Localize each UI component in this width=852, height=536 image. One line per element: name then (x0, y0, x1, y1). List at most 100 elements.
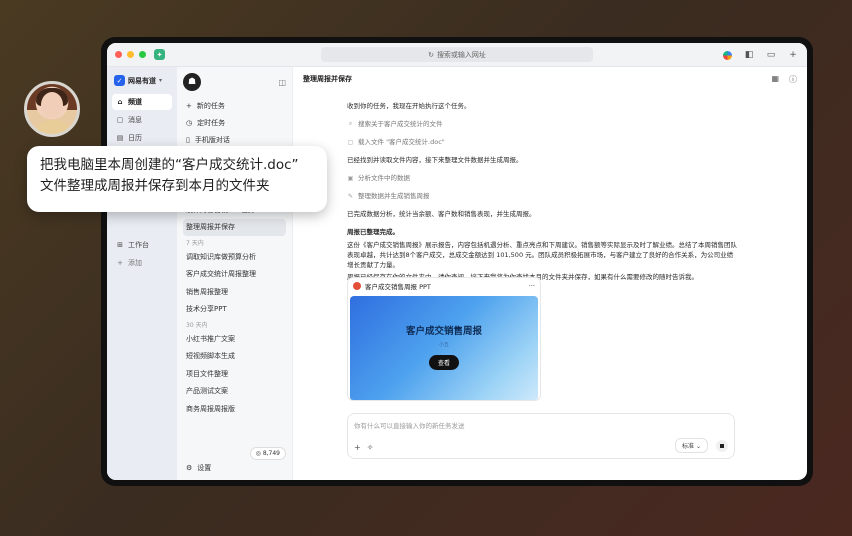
ppt-icon (353, 282, 361, 290)
browser-logo-icon[interactable] (721, 50, 733, 60)
composer-tools: + ✧ (354, 443, 373, 452)
primary-nav: ✓ 网易有道 ▾ ⌂ 频道 ▢ 消息 ▤ 日历 ⊞ 工作台 + 添加 (107, 67, 177, 480)
chevron-down-icon: ▾ (159, 77, 163, 84)
user-avatar (24, 81, 80, 137)
history-item[interactable]: 产品测试文案 (183, 383, 286, 401)
history-item-selected[interactable]: 整理周报并保存 (183, 218, 286, 236)
plus-icon[interactable]: + (354, 443, 361, 452)
composer[interactable]: 你有什么可以直接输入你的新任务发送 + ✧ 标准 ⌄ (347, 413, 735, 459)
grid-icon: ⊞ (117, 241, 123, 249)
nav-item-channel[interactable]: ⌂ 频道 (112, 94, 172, 110)
address-bar[interactable]: ↻ 搜索或输入网址 (321, 47, 593, 62)
sidebar-collapse-icon[interactable]: ◫ (278, 78, 286, 87)
card-title: 客户成交销售周报 PPT (365, 283, 431, 291)
composer-input[interactable]: 你有什么可以直接输入你的新任务发送 (354, 420, 465, 430)
history-item[interactable]: 商务周报周报版 (183, 400, 286, 418)
summary-text: 已完成数据分析，统计当余额、客户数和销售表现，并生成周报。 (347, 210, 536, 219)
chat-main: 整理周报并保存 ▦ ⓘ 收到你的任务，我现在开始执行这个任务。 ⌕ 搜索关于客户… (293, 67, 807, 480)
phone-chat-label: 手机版对话 (194, 135, 230, 144)
app-icon[interactable]: ✦ (154, 49, 165, 60)
brand-name: 网易有道 (128, 76, 156, 85)
search-icon: ⌕ (348, 120, 353, 128)
spark-icon[interactable]: ✧ (367, 443, 374, 452)
new-task-label: 新的任务 (196, 101, 225, 110)
chart-icon: ▣ (347, 174, 354, 182)
browser-titlebar: ✦ ↻ 搜索或输入网址 ◧ ▭ + (107, 43, 807, 67)
minimize-window-button[interactable] (127, 51, 134, 58)
nav-item-calendar[interactable]: ▤ 日历 (112, 130, 172, 146)
nav-item-workbench[interactable]: ⊞ 工作台 (112, 237, 172, 253)
chat-header: 整理周报并保存 ▦ ⓘ (293, 67, 807, 91)
settings-button[interactable]: ⚙ 设置 (183, 460, 286, 476)
nav-item-messages[interactable]: ▢ 消息 (112, 112, 172, 128)
file-icon[interactable]: ▦ (771, 74, 779, 85)
new-task-button[interactable]: + 新的任务 (183, 97, 286, 114)
history-item[interactable]: 销售周报整理 (183, 283, 286, 301)
preview-title: 客户成交销售周报 (405, 326, 482, 337)
step-text: 分析文件中的数据 (358, 174, 410, 183)
header-actions: ▦ ⓘ (771, 74, 797, 85)
assistant-message: 收到你的任务，我现在开始执行这个任务。 ⌕ 搜索关于客户成交统计的文件 ▢ 载入… (347, 101, 739, 284)
history-item[interactable]: 小红书推广文案 (183, 330, 286, 348)
maximize-window-button[interactable] (139, 51, 146, 58)
section-label-30days: 30 天内 (186, 321, 208, 329)
history-item[interactable]: 客户成交统计周报整理 (183, 266, 286, 284)
nav-item-label: 消息 (128, 116, 142, 124)
scheduled-task-button[interactable]: ◷ 定时任务 (183, 114, 286, 131)
prompt-line-1: 把我电脑里本周创建的“客户成交统计.doc” (40, 157, 299, 173)
nav-item-label: 日历 (128, 134, 142, 142)
prompt-line-2: 文件整理成周报并保存到本月的文件夹 (40, 178, 270, 194)
intro-text: 收到你的任务，我现在开始执行这个任务。 (347, 102, 471, 110)
scheduled-task-label: 定时任务 (197, 118, 226, 127)
composer-actions: 标准 ⌄ (675, 438, 728, 453)
step-generate: ✎ 整理数据并生成销售周报 (347, 191, 739, 201)
app-body: ✓ 网易有道 ▾ ⌂ 频道 ▢ 消息 ▤ 日历 ⊞ 工作台 + 添加 ☗ ◫ +… (107, 67, 807, 480)
calendar-icon: ▤ (116, 134, 124, 142)
display-icon[interactable]: ▭ (765, 50, 777, 60)
browser-actions: ◧ ▭ + (721, 43, 799, 67)
ppt-preview[interactable]: 客户成交销售周报 小五 查看 (350, 296, 538, 400)
step-text: 搜索关于客户成交统计的文件 (358, 120, 443, 129)
ppt-attachment-card[interactable]: 客户成交销售周报 PPT ··· 客户成交销售周报 小五 查看 (347, 277, 541, 401)
edit-icon: ✎ (347, 192, 354, 200)
history-item[interactable]: 调取知识库做预算分析 (183, 248, 286, 266)
plus-icon: + (186, 101, 192, 110)
history-item[interactable]: 短视频脚本生成 (183, 348, 286, 366)
view-button[interactable]: 查看 (428, 355, 459, 370)
more-icon[interactable]: ··· (529, 282, 535, 290)
stop-button[interactable] (716, 439, 728, 452)
history-item[interactable]: 项目文件整理 (183, 365, 286, 383)
found-text: 已经找到并读取文件内容，接下来整理文件数据并生成周报。 (347, 156, 523, 165)
page-title: 整理周报并保存 (303, 75, 352, 83)
step-text: 整理数据并生成销售周报 (358, 192, 430, 201)
user-prompt-bubble: 把我电脑里本周创建的“客户成交统计.doc” 文件整理成周报并保存到本月的文件夹 (27, 146, 327, 212)
preview-subtitle: 小五 (438, 342, 449, 348)
chevron-down-icon: ⌄ (695, 443, 701, 450)
split-view-icon[interactable]: ◧ (743, 50, 755, 60)
reload-icon: ↻ (428, 50, 434, 59)
nav-item-add[interactable]: + 添加 (112, 255, 172, 271)
assistant-avatar[interactable]: ☗ (183, 73, 201, 91)
credits-badge[interactable]: ◎ 8,749 (249, 447, 286, 460)
app-window: ✦ ↻ 搜索或输入网址 ◧ ▭ + ✓ 网易有道 ▾ ⌂ 频道 ▢ 消息 ▤ 日… (107, 43, 807, 480)
new-tab-icon[interactable]: + (787, 50, 799, 60)
home-icon: ⌂ (117, 98, 123, 106)
card-header: 客户成交销售周报 PPT ··· (348, 278, 540, 294)
step-load-file: ▢ 载入文件 "客户成交统计.doc" (347, 137, 739, 147)
card-title-group: 客户成交销售周报 PPT (353, 281, 431, 291)
nav-item-label: 工作台 (128, 241, 149, 249)
brand[interactable]: ✓ 网易有道 ▾ (112, 75, 172, 86)
section-label-7days: 7 天内 (186, 239, 204, 247)
brand-logo-icon: ✓ (114, 75, 125, 86)
close-window-button[interactable] (115, 51, 122, 58)
report-heading: 周报已整理完成。 (347, 228, 399, 237)
history-item[interactable]: 技术分享PPT (183, 301, 286, 319)
settings-label: 设置 (197, 464, 212, 472)
nav-bottom-group: ⊞ 工作台 + 添加 (112, 237, 172, 273)
avatar-face (41, 92, 63, 118)
stop-icon (720, 443, 724, 448)
mode-label: 标准 (682, 443, 695, 450)
credits-value: 8,749 (262, 450, 280, 457)
info-icon[interactable]: ⓘ (789, 74, 797, 85)
mode-select[interactable]: 标准 ⌄ (675, 438, 708, 453)
